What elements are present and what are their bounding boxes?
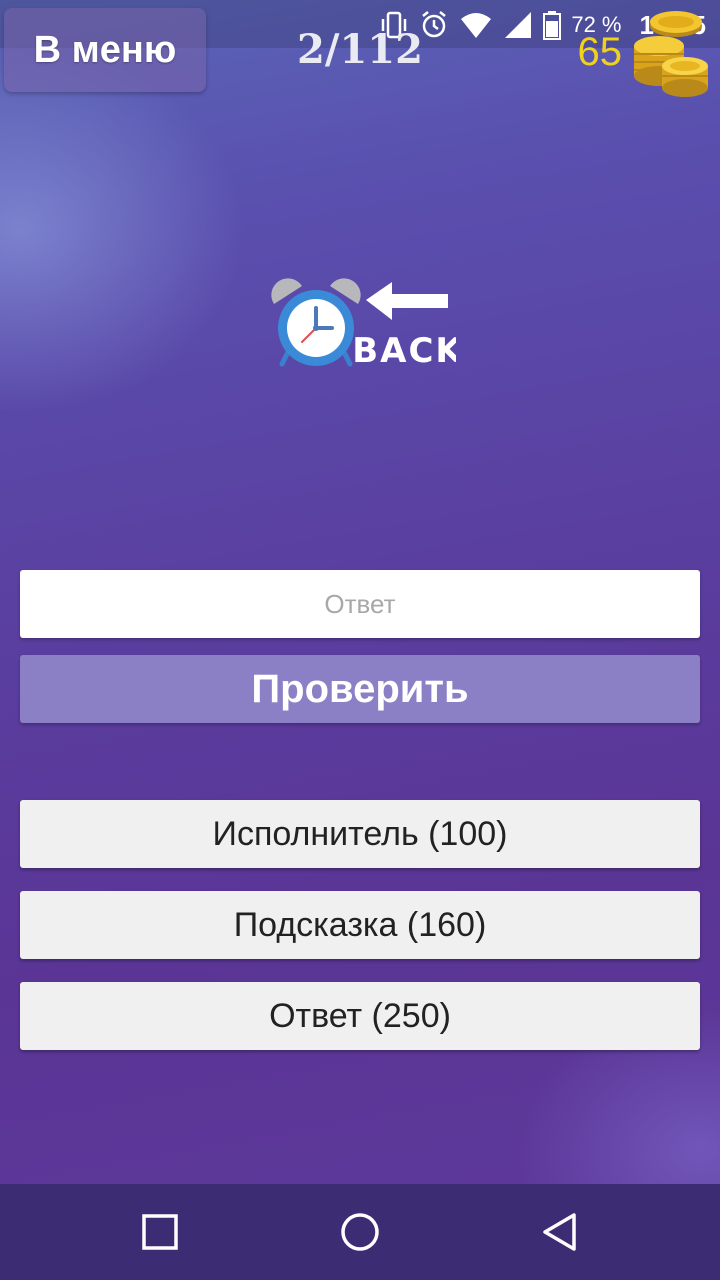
alarm-clock-icon [271, 278, 361, 367]
home-icon[interactable] [340, 1212, 380, 1252]
battery-icon [543, 11, 562, 40]
recent-apps-icon[interactable] [140, 1212, 180, 1252]
coins-count: 65 [577, 30, 623, 74]
back-icon[interactable] [540, 1212, 580, 1252]
wifi-icon [461, 13, 492, 38]
arrow-left-icon [366, 282, 448, 320]
check-button[interactable]: Проверить [20, 655, 700, 723]
question-image-text: BACK [352, 331, 456, 371]
signal-icon [505, 12, 532, 38]
coins-icon [634, 11, 708, 97]
question-image: BACK [271, 278, 456, 371]
navigation-bar [0, 1184, 720, 1280]
hint-answer-button[interactable]: Ответ (250) [20, 982, 700, 1050]
hint-clue-button[interactable]: Подсказка (160) [20, 891, 700, 959]
menu-button[interactable]: В меню [4, 8, 206, 92]
hint-artist-button[interactable]: Исполнитель (100) [20, 800, 700, 868]
answer-input[interactable] [20, 570, 700, 638]
level-progress: 2/112 [297, 26, 423, 73]
